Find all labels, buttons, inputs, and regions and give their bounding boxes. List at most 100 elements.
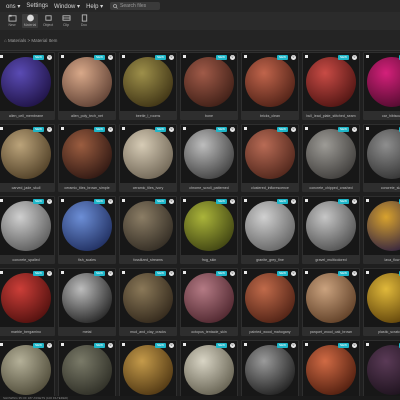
material-tile[interactable]: NEW © clustered_inflorescence (241, 124, 299, 192)
toolbar-doc-label: Doc (80, 23, 88, 27)
material-tile[interactable]: NEW © gravel_multicolored (302, 196, 360, 264)
bookmark-icon[interactable] (61, 127, 64, 130)
material-tile[interactable]: NEW©sponge_coral (180, 340, 238, 396)
toolbar-new-button[interactable]: New (4, 14, 20, 28)
material-name: clustered_inflorescence (251, 186, 289, 190)
material-tile[interactable]: NEW © ceramic_tiles_ivory (119, 124, 177, 192)
license-icon: © (169, 343, 174, 348)
material-tile[interactable]: NEW © ceramic_tiles_brown_simple (58, 124, 116, 192)
bookmark-icon[interactable] (244, 343, 247, 346)
bookmark-icon[interactable] (183, 127, 186, 130)
material-sphere (184, 273, 234, 323)
material-tile[interactable]: NEW © carved_jade_skull (0, 124, 55, 192)
bookmark-icon[interactable] (305, 271, 308, 274)
toolbar-object-button[interactable]: Object (40, 14, 56, 28)
material-tile[interactable]: NEW©terracotta_rough (302, 340, 360, 396)
menu-item-window[interactable]: Window ▾ (54, 3, 80, 10)
material-tile[interactable]: NEW © painted_wood_mahogany (241, 268, 299, 336)
box-icon (44, 15, 52, 21)
bookmark-icon[interactable] (122, 271, 125, 274)
toolbar-doc-button[interactable]: Doc (76, 14, 92, 28)
material-name: octopus_tentacle_skin (191, 330, 227, 334)
search-input[interactable]: Search files (110, 2, 160, 10)
material-sphere (123, 129, 173, 179)
material-tile[interactable]: NEW © octopus_tentacle_skin (180, 268, 238, 336)
bookmark-icon[interactable] (183, 343, 186, 346)
bookmark-icon[interactable] (305, 199, 308, 202)
material-tile[interactable]: NEW©snake_skin_scales (119, 340, 177, 396)
bookmark-icon[interactable] (305, 55, 308, 58)
material-tile[interactable]: NEW © fish_scales (58, 196, 116, 264)
breadcrumb[interactable]: ⌂ Materials > Material Item (4, 38, 57, 43)
toolbar-material-button[interactable]: Material (22, 14, 38, 28)
material-tile[interactable]: NEW © bricks_clean (241, 52, 299, 120)
bookmark-icon[interactable] (61, 343, 64, 346)
bookmark-icon[interactable] (61, 271, 64, 274)
material-tile[interactable]: NEW © frog_skin (180, 196, 238, 264)
bookmark-icon[interactable] (244, 55, 247, 58)
bookmark-icon[interactable] (122, 343, 125, 346)
material-tile[interactable]: NEW © fossilized_streams (119, 196, 177, 264)
material-tile[interactable]: NEW © concrete_spalled (0, 196, 55, 264)
material-tile[interactable]: NEW© plastic_scratched (363, 268, 400, 336)
menu-item-options[interactable]: ons ▾ (6, 3, 20, 10)
material-tile[interactable]: NEW © alien_cell_membrane (0, 52, 55, 120)
bookmark-icon[interactable] (0, 343, 3, 346)
material-tile[interactable]: NEW© car_hibiscus (363, 52, 400, 120)
material-tile[interactable]: NEW©rock_moss_granite (0, 340, 55, 396)
bookmark-icon[interactable] (61, 199, 64, 202)
material-tile[interactable]: NEW © mud_and_clay_cracks (119, 268, 177, 336)
new-badge: NEW (216, 127, 227, 132)
bookmark-icon[interactable] (366, 127, 369, 130)
material-tile[interactable]: NEW© concrete_slab (363, 124, 400, 192)
material-tile[interactable]: NEW©tech_panel_mech (241, 340, 299, 396)
material-thumbnail: NEW© (120, 341, 176, 396)
bookmark-icon[interactable] (183, 271, 186, 274)
bookmark-icon[interactable] (0, 127, 3, 130)
bookmark-icon[interactable] (122, 55, 125, 58)
bookmark-icon[interactable] (366, 343, 369, 346)
material-tile[interactable]: NEW © concrete_chipped_crashed (302, 124, 360, 192)
material-tile[interactable]: NEW © granite_grey_fine (241, 196, 299, 264)
bookmark-icon[interactable] (122, 127, 125, 130)
bookmark-icon[interactable] (244, 127, 247, 130)
material-thumbnail: NEW© (181, 197, 237, 255)
bookmark-icon[interactable] (366, 271, 369, 274)
bookmark-icon[interactable] (366, 55, 369, 58)
license-icon: © (108, 199, 113, 204)
menu-item-help[interactable]: Help ▾ (86, 3, 103, 10)
bookmark-icon[interactable] (366, 199, 369, 202)
bookmark-icon[interactable] (183, 55, 186, 58)
material-tile[interactable]: NEW© lava_flow (363, 196, 400, 264)
new-badge: NEW (33, 199, 44, 204)
new-badge: NEW (338, 271, 349, 276)
material-tile[interactable]: NEW © bull_lead_plate_stitched_seam (302, 52, 360, 120)
bookmark-icon[interactable] (0, 199, 3, 202)
menu-item-settings[interactable]: Settings (26, 3, 48, 9)
material-tile[interactable]: NEW © metal (58, 268, 116, 336)
material-thumbnail: NEW© (242, 269, 298, 327)
material-tile[interactable]: NEW©velvet_plum (363, 340, 400, 396)
material-tile[interactable]: NEW © alien_poly_tech_net (58, 52, 116, 120)
material-tile[interactable]: NEW © marble_bergamino (0, 268, 55, 336)
material-tile[interactable]: NEW©rock_cliff_layered (58, 340, 116, 396)
search-placeholder: Search files (120, 3, 147, 9)
bookmark-icon[interactable] (183, 199, 186, 202)
material-tile[interactable]: NEW © parquet_wood_oak_brown (302, 268, 360, 336)
bookmark-icon[interactable] (244, 271, 247, 274)
bookmark-icon[interactable] (305, 343, 308, 346)
material-tile[interactable]: NEW © bone (180, 52, 238, 120)
material-sphere (367, 273, 400, 323)
new-badge: NEW (216, 55, 227, 60)
material-sphere (184, 345, 234, 395)
bookmark-icon[interactable] (61, 55, 64, 58)
bookmark-icon[interactable] (244, 199, 247, 202)
bookmark-icon[interactable] (122, 199, 125, 202)
toolbar-clip-button[interactable]: Clip (58, 14, 74, 28)
bookmark-icon[interactable] (305, 127, 308, 130)
material-tile[interactable]: NEW © chrome_scroll_patterned (180, 124, 238, 192)
license-icon: © (291, 271, 296, 276)
bookmark-icon[interactable] (0, 271, 3, 274)
material-tile[interactable]: NEW © beetle_l_rooms (119, 52, 177, 120)
bookmark-icon[interactable] (0, 55, 3, 58)
